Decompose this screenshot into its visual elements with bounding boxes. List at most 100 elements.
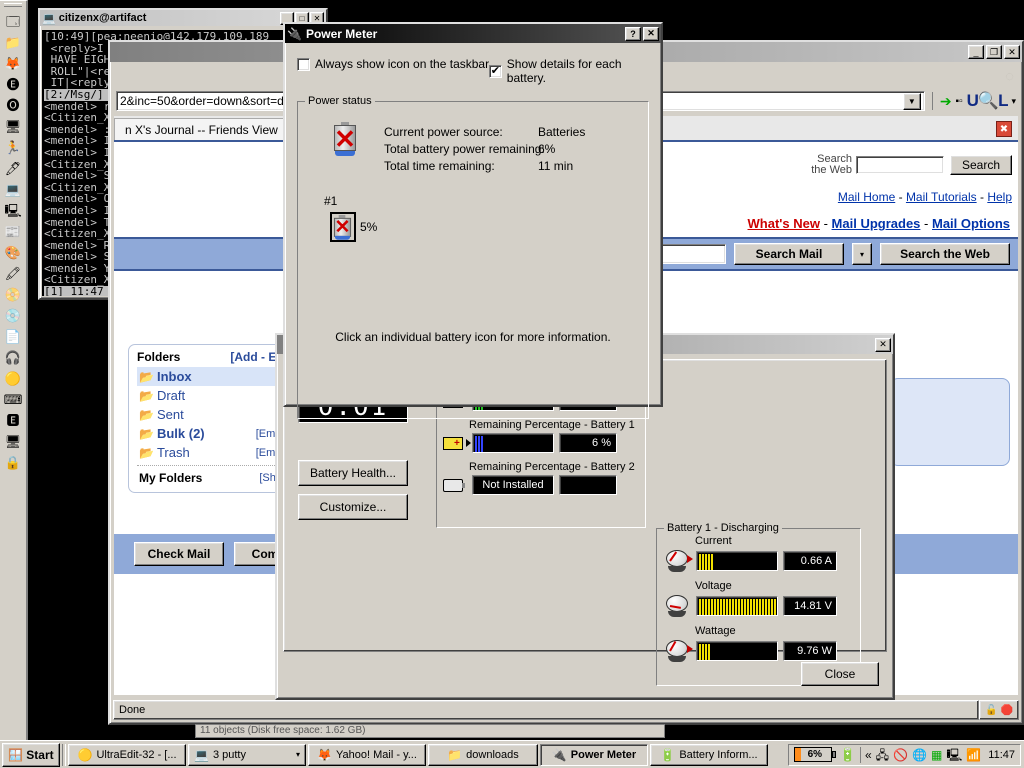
search-web-button[interactable]: Search [950, 155, 1012, 175]
link-whats-new[interactable]: What's New [748, 216, 820, 231]
dock-icon-winamp[interactable]: 🎧 [2, 347, 24, 367]
battery-info-close-action-button[interactable]: Close [801, 662, 879, 686]
dock-icon-firefox[interactable]: 🦊 [2, 53, 24, 73]
dock-icon-news[interactable]: 📰 [2, 221, 24, 241]
battery-health-button[interactable]: Battery Health... [298, 460, 408, 486]
bulk-folder-icon: 📂 [139, 427, 154, 441]
search-mail-button[interactable]: Search Mail [734, 243, 844, 265]
total-power-value: 6% [538, 141, 585, 158]
my-folders-row[interactable]: My Folders [Show] [137, 469, 295, 487]
dock-icon-terminal[interactable]: 🅴 [2, 410, 24, 430]
taskbar-item-downloads[interactable]: 📁downloads [428, 744, 538, 766]
dock-icon-aim-running-man[interactable]: 🏃 [2, 137, 24, 157]
battery-info-close-button[interactable]: ✕ [875, 338, 891, 352]
taskbar-divider [62, 744, 66, 766]
link-mail-options[interactable]: Mail Options [932, 216, 1010, 231]
battery-icon-tray[interactable]: 🔋 [840, 747, 856, 763]
show-details-checkbox-row[interactable]: ✔ Show details for each battery. [489, 57, 661, 85]
always-show-icon-label: Always show icon on the taskbar. [315, 57, 492, 71]
tray-expand-icon[interactable]: « [865, 749, 872, 761]
dock-icon-putty[interactable]: 💻 [2, 179, 24, 199]
network-activity-icon[interactable]: 🖧 [876, 749, 889, 761]
go-plus-icon[interactable]: ➔ [940, 93, 952, 110]
url-toolbar-arrow[interactable]: ▾ [1011, 96, 1016, 107]
always-show-icon-checkbox-row[interactable]: Always show icon on the taskbar. [297, 57, 492, 71]
customize-button[interactable]: Customize... [298, 494, 408, 520]
dock-icon-ie-channel[interactable]: 🗔 [2, 11, 24, 31]
browser-close-button[interactable]: ✕ [1004, 45, 1020, 59]
dock-icon-pen[interactable]: 🖊 [2, 158, 24, 178]
tab-close-icon[interactable]: ✖ [996, 121, 1012, 137]
promo-box [890, 378, 1010, 466]
dock-icon-computer[interactable]: 🖳 [2, 200, 24, 220]
power-meter-close-button[interactable]: ✕ [643, 27, 659, 41]
dock-icon-pencil-cup[interactable]: 🖍 [2, 263, 24, 283]
dock-icon-music-cd[interactable]: 💿 [2, 305, 24, 325]
clock[interactable]: 11:47 [988, 749, 1015, 761]
dock-icon-notepad[interactable]: 📄 [2, 326, 24, 346]
dock-icon-system-monitor[interactable]: 🖥 [2, 431, 24, 451]
detail-value-display: 9.76 W [783, 641, 837, 661]
show-details-label: Show details for each battery. [507, 57, 661, 85]
power-meter-help-button[interactable]: ? [625, 27, 641, 41]
power-meter-title-bar[interactable]: 🔌 Power Meter ? ✕ [285, 24, 661, 43]
start-button[interactable]: 🪟 Start [2, 743, 60, 767]
folder-item-draft[interactable]: 📂 Draft [137, 386, 295, 405]
battery-gauge-tray[interactable]: 6% [794, 747, 836, 762]
search-the-web-button[interactable]: Search the Web [880, 243, 1010, 265]
folder-label: Inbox [157, 369, 192, 384]
power-source-value: Batteries [538, 124, 585, 141]
taskbar-item-power-meter[interactable]: 🔌Power Meter [540, 744, 648, 766]
link-mail-home[interactable]: Mail Home [838, 190, 895, 204]
power-status-labels: Current power source: Total battery powe… [384, 124, 545, 175]
taskbar-item-yahoo-mail-y[interactable]: 🦊Yahoo! Mail - y... [308, 744, 426, 766]
dock-icon-internet-explorer[interactable]: 🅔 [2, 74, 24, 94]
show-details-checkbox[interactable]: ✔ [489, 65, 502, 78]
dock-icon-folder[interactable]: 📁 [2, 32, 24, 52]
dock-icon-show-desktop[interactable]: 🖥 [2, 116, 24, 136]
dock-icon-paint[interactable]: 🎨 [2, 242, 24, 262]
system-tray: 6% 🔋 « 🖧 🚫 🌐 ▦ 🖳 📶 11:47 [788, 744, 1021, 766]
status-text: Done [113, 700, 979, 720]
dock-icon-command-prompt[interactable]: ⌨ [2, 389, 24, 409]
link-help[interactable]: Help [987, 190, 1012, 204]
search-mail-dropdown[interactable]: ▾ [852, 243, 872, 265]
blocks-icon[interactable]: ▪▫ [956, 96, 963, 107]
lan-icon[interactable]: 🖳 [946, 749, 962, 761]
battery-bar-graph: Not Installed [472, 475, 554, 495]
folder-label: Sent [157, 407, 184, 422]
dock-icon-cd-burner[interactable]: 📀 [2, 284, 24, 304]
dock-icon-opera[interactable]: 🅞 [2, 95, 24, 115]
folder-item-inbox[interactable]: 📂 Inbox [137, 367, 295, 386]
adblock-icon: 🛑 [1001, 705, 1013, 716]
browser-status-bar: Done 🔓 🛑 [113, 700, 1019, 720]
folder-item-bulk[interactable]: 📂 Bulk (2) [Empty] [137, 424, 295, 443]
dock-icon-ultraedit[interactable]: 🟡 [2, 368, 24, 388]
browser-minimize-button[interactable]: _ [968, 45, 984, 59]
folder-item-sent[interactable]: 📂 Sent [137, 405, 295, 424]
browser-maximize-button[interactable]: ❐ [986, 45, 1002, 59]
address-dropdown-button[interactable]: ▼ [903, 93, 921, 110]
link-mail-tutorials[interactable]: Mail Tutorials [906, 190, 977, 204]
folder-item-trash[interactable]: 📂 Trash [Empty] [137, 443, 295, 462]
network-disconnected-icon[interactable]: 🚫 [893, 749, 908, 761]
taskbar-item-battery-inform[interactable]: 🔋Battery Inform... [650, 744, 768, 766]
always-show-icon-checkbox[interactable] [297, 58, 310, 71]
search-web-input[interactable] [856, 156, 944, 174]
memory-monitor-icon[interactable]: ▦ [931, 749, 942, 761]
dock-grip[interactable] [4, 3, 22, 7]
battery-percentage-row: Remaining Percentage - Battery 2Not Inst… [443, 461, 639, 495]
taskbar-item-dropdown-icon[interactable]: ▾ [296, 750, 300, 759]
check-mail-button[interactable]: Check Mail [134, 542, 224, 566]
network-adapter-icon[interactable]: 🌐 [912, 749, 927, 761]
taskbar-item-ultraedit-32[interactable]: 🟡UltraEdit-32 - [... [68, 744, 186, 766]
main-battery-icon[interactable]: ✕ [332, 122, 358, 156]
battery-charge-icon: + [443, 437, 467, 450]
signal-meter-icon[interactable]: 📶 [966, 749, 981, 761]
dock-icon-lock[interactable]: 🔒 [2, 452, 24, 472]
taskbar-item-3-putty[interactable]: 💻3 putty▾ [188, 744, 306, 766]
url-toolbar-label[interactable]: U🔍L [967, 91, 1008, 111]
tab-journal-friends-view[interactable]: n X's Journal -- Friends View [114, 118, 289, 140]
battery-1-icon-row[interactable]: ✕ 5% [330, 212, 377, 242]
link-mail-upgrades[interactable]: Mail Upgrades [832, 216, 921, 231]
